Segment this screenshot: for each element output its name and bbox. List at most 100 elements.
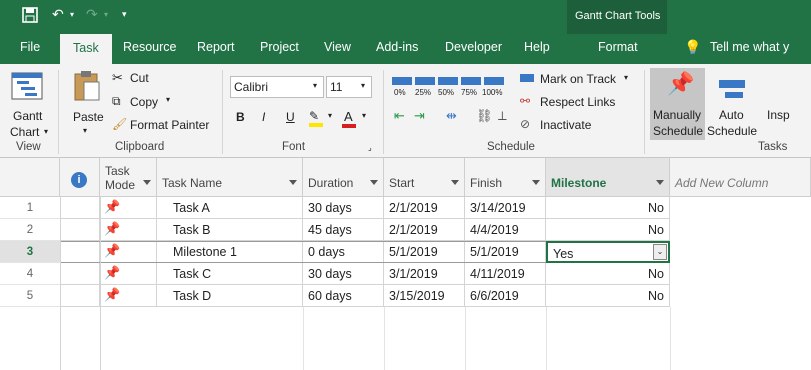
outdent-icon[interactable]: ⇤ [394, 108, 405, 124]
cell-start[interactable]: 2/1/2019 [384, 219, 465, 241]
pct-0-button[interactable]: 0% [394, 88, 406, 97]
cell-start[interactable]: 3/15/2019 [384, 285, 465, 307]
cut-button[interactable]: Cut [130, 71, 149, 85]
indicators-header[interactable]: i [60, 158, 100, 197]
tab-file[interactable]: File [20, 40, 40, 54]
indicator-cell[interactable] [60, 285, 100, 307]
customize-toolbar-icon[interactable]: ▾ [122, 9, 127, 20]
cell-milestone[interactable]: No [546, 285, 670, 307]
pct-100-button[interactable]: 100% [482, 88, 502, 97]
divider [644, 70, 645, 154]
column-header-duration[interactable]: Duration [303, 158, 384, 197]
gantt-label: Gantt [13, 109, 43, 123]
cell-finish[interactable]: 4/4/2019 [465, 219, 546, 241]
indent-icon[interactable]: ⇥ [414, 108, 425, 124]
cell-name[interactable]: Task C [157, 263, 303, 285]
manually-schedule-button[interactable]: 📌 Manually Schedule [650, 68, 705, 140]
column-header-finish[interactable]: Finish [465, 158, 546, 197]
cell-name[interactable]: Task D [157, 285, 303, 307]
copy-button[interactable]: Copy [130, 95, 158, 109]
gridline [670, 307, 671, 370]
cell-name[interactable]: Task A [157, 197, 303, 219]
link-tasks-icon[interactable]: ⛓ [476, 108, 493, 124]
tell-me-box[interactable]: Tell me what y [710, 40, 789, 54]
cell-milestone[interactable]: No [546, 197, 670, 219]
unlink-tasks-icon[interactable]: ⇹ [446, 108, 457, 124]
cell-name[interactable]: Task B [157, 219, 303, 241]
divider [222, 70, 223, 154]
tab-add-ins[interactable]: Add-ins [376, 40, 418, 54]
cell-duration[interactable]: 30 days [303, 197, 384, 219]
tab-view[interactable]: View [324, 40, 351, 54]
chevron-down-icon: ▾ [83, 126, 88, 135]
select-all-corner[interactable] [0, 158, 60, 197]
cell-duration[interactable]: 60 days [303, 285, 384, 307]
cell-finish[interactable]: 3/14/2019 [465, 197, 546, 219]
tab-help[interactable]: Help [524, 40, 550, 54]
tab-format[interactable]: Format [598, 40, 638, 54]
italic-button[interactable]: I [262, 110, 265, 124]
paste-button[interactable]: Paste ▾ [66, 70, 108, 138]
cell-start[interactable]: 3/1/2019 [384, 263, 465, 285]
font-color-button[interactable]: A ▾ [342, 109, 372, 129]
tab-developer[interactable]: Developer [445, 40, 502, 54]
inspect-button[interactable]: Insp [767, 108, 790, 122]
schedule-label: Schedule [707, 124, 758, 138]
tab-resource[interactable]: Resource [123, 40, 177, 54]
undo-dropdown-icon[interactable]: ▾ [70, 10, 74, 19]
cell-finish[interactable]: 6/6/2019 [465, 285, 546, 307]
milestone-dropdown-icon[interactable]: ⌄ [653, 244, 667, 260]
dialog-launcher-icon[interactable]: ⌟ [368, 143, 372, 152]
row-number[interactable]: 2 [0, 219, 60, 241]
save-icon[interactable] [22, 7, 38, 26]
indicator-cell[interactable] [60, 263, 100, 285]
gridline [100, 197, 101, 370]
pct-25-button[interactable]: 25% [415, 88, 431, 97]
manual-pin-icon[interactable]: 📌 [100, 285, 157, 307]
copy-icon: ⧉ [112, 94, 121, 108]
row-number[interactable]: 3 [0, 241, 60, 263]
indicator-cell[interactable] [60, 197, 100, 219]
cell-duration[interactable]: 30 days [303, 263, 384, 285]
column-label: Task Name [162, 176, 223, 190]
pct-50-button[interactable]: 50% [438, 88, 454, 97]
font-size-select[interactable]: 11 ▾ [326, 76, 372, 98]
auto-schedule-button[interactable]: Auto Schedule [707, 68, 757, 140]
tab-task[interactable]: Task [60, 34, 112, 64]
underline-button[interactable]: U [286, 110, 295, 124]
tab-report[interactable]: Report [197, 40, 235, 54]
cell-milestone[interactable]: Yes [546, 241, 670, 263]
column-header-add-new[interactable]: Add New Column [670, 158, 811, 197]
tab-project[interactable]: Project [260, 40, 299, 54]
manual-pin-icon[interactable]: 📌 [100, 197, 157, 219]
format-painter-button[interactable]: Format Painter [130, 118, 209, 132]
split-task-icon[interactable]: ⟂ [498, 108, 507, 124]
pct-75-button[interactable]: 75% [461, 88, 477, 97]
row-number[interactable]: 4 [0, 263, 60, 285]
respect-links-button[interactable]: Respect Links [540, 95, 615, 109]
indicator-cell[interactable] [60, 219, 100, 241]
highlight-color-button[interactable]: ✎ ▾ [309, 109, 337, 129]
mark-on-track-button[interactable]: Mark on Track [540, 72, 616, 86]
undo-icon[interactable]: ↶ [52, 6, 64, 23]
bold-button[interactable]: B [236, 110, 245, 124]
cell-milestone[interactable]: No [546, 219, 670, 241]
column-header-milestone[interactable]: Milestone [546, 158, 670, 197]
font-family-select[interactable]: Calibri ▾ [230, 76, 324, 98]
group-label-schedule: Schedule [487, 141, 535, 153]
column-header-task-mode[interactable]: Task Mode [100, 158, 157, 197]
cell-start[interactable]: 2/1/2019 [384, 197, 465, 219]
cell-milestone[interactable]: No [546, 263, 670, 285]
gantt-chart-button[interactable]: Gantt Chart ▾ [6, 70, 48, 139]
cell-duration[interactable]: 45 days [303, 219, 384, 241]
manual-pin-icon[interactable]: 📌 [100, 219, 157, 241]
column-header-start[interactable]: Start [384, 158, 465, 197]
manual-pin-icon[interactable]: 📌 [100, 263, 157, 285]
selected-row-outline [60, 241, 546, 263]
row-number[interactable]: 5 [0, 285, 60, 307]
cell-finish[interactable]: 4/11/2019 [465, 263, 546, 285]
inactivate-button[interactable]: Inactivate [540, 118, 591, 132]
chevron-down-icon [143, 180, 151, 185]
column-header-task-name[interactable]: Task Name [157, 158, 303, 197]
row-number[interactable]: 1 [0, 197, 60, 219]
